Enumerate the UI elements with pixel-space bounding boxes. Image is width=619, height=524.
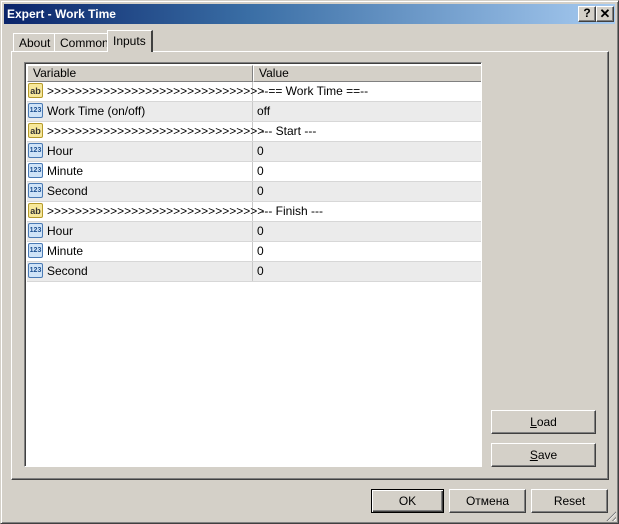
value-cell[interactable]: 0 [253, 182, 481, 201]
table-row[interactable]: 123 Second 0 [27, 182, 481, 202]
variable-name: >>>>>>>>>>>>>>>>>>>>>>>>>>>>>>> [47, 204, 265, 218]
variable-cell[interactable]: ab >>>>>>>>>>>>>>>>>>>>>>>>>>>>>>> [27, 122, 264, 141]
variable-cell[interactable]: 123 Hour [27, 222, 253, 241]
string-type-icon: ab [28, 123, 43, 138]
variable-cell[interactable]: 123 Second [27, 182, 253, 201]
variable-name: Hour [47, 144, 74, 158]
variable-cell[interactable]: ab >>>>>>>>>>>>>>>>>>>>>>>>>>>>>>> [27, 82, 264, 101]
variable-name: Work Time (on/off) [47, 104, 146, 118]
variable-cell[interactable]: 123 Second [27, 262, 253, 281]
column-header-value[interactable]: Value [253, 65, 481, 82]
table-row[interactable]: ab >>>>>>>>>>>>>>>>>>>>>>>>>>>>>>> --- Fi… [27, 202, 481, 222]
reset-button[interactable]: Reset [531, 489, 608, 513]
variable-name: Minute [47, 164, 84, 178]
inputs-list[interactable]: Variable Value ab >>>>>>>>>>>>>>>>>>>>>>>… [24, 62, 482, 467]
table-row[interactable]: 123 Minute 0 [27, 162, 481, 182]
tab-inputs[interactable]: Inputs [107, 30, 153, 52]
expert-dialog: Expert - Work Time ? ✕ About Common Inpu… [0, 0, 619, 524]
tab-about[interactable]: About [13, 33, 57, 52]
value-cell[interactable]: --- Finish --- [253, 202, 481, 221]
value-cell[interactable]: off [253, 102, 481, 121]
string-type-icon: ab [28, 83, 43, 98]
value-cell[interactable]: 0 [253, 222, 481, 241]
load-mnemonic: L [530, 415, 537, 429]
load-button[interactable]: Load [491, 410, 596, 434]
value-cell[interactable]: --== Work Time ==-- [253, 82, 481, 101]
close-button[interactable]: ✕ [596, 6, 614, 22]
save-mnemonic: S [529, 448, 538, 462]
number-type-icon: 123 [28, 263, 43, 278]
column-header-variable[interactable]: Variable [27, 65, 253, 82]
ok-button[interactable]: OK [371, 489, 444, 513]
help-button[interactable]: ? [578, 6, 596, 22]
number-type-icon: 123 [28, 163, 43, 178]
inputs-panel: Variable Value ab >>>>>>>>>>>>>>>>>>>>>>>… [11, 51, 609, 480]
variable-name: Hour [47, 224, 74, 238]
number-type-icon: 123 [28, 103, 43, 118]
variable-cell[interactable]: ab >>>>>>>>>>>>>>>>>>>>>>>>>>>>>>> [27, 202, 264, 221]
variable-name: Second [47, 184, 88, 198]
table-row[interactable]: 123 Work Time (on/off) off [27, 102, 481, 122]
table-row[interactable]: 123 Minute 0 [27, 242, 481, 262]
variable-cell[interactable]: 123 Work Time (on/off) [27, 102, 253, 121]
window-title: Expert - Work Time [7, 7, 116, 21]
variable-cell[interactable]: 123 Minute [27, 242, 253, 261]
number-type-icon: 123 [28, 143, 43, 158]
load-label: oad [536, 415, 557, 429]
list-rows: ab >>>>>>>>>>>>>>>>>>>>>>>>>>>>>>> --== W… [27, 82, 481, 282]
variable-name: Minute [47, 244, 84, 258]
value-cell[interactable]: 0 [253, 242, 481, 261]
table-row[interactable]: 123 Hour 0 [27, 142, 481, 162]
save-label: ave [537, 448, 558, 462]
table-row[interactable]: ab >>>>>>>>>>>>>>>>>>>>>>>>>>>>>>> --- St… [27, 122, 481, 142]
variable-name: Second [47, 264, 88, 278]
variable-cell[interactable]: 123 Minute [27, 162, 253, 181]
tab-common[interactable]: Common [54, 33, 115, 52]
save-button[interactable]: Save [491, 443, 596, 467]
variable-cell[interactable]: 123 Hour [27, 142, 253, 161]
variable-name: >>>>>>>>>>>>>>>>>>>>>>>>>>>>>>> [47, 84, 265, 98]
list-header: Variable Value [27, 65, 481, 82]
number-type-icon: 123 [28, 243, 43, 258]
number-type-icon: 123 [28, 223, 43, 238]
table-row[interactable]: 123 Hour 0 [27, 222, 481, 242]
number-type-icon: 123 [28, 183, 43, 198]
value-cell[interactable]: 0 [253, 162, 481, 181]
value-cell[interactable]: --- Start --- [253, 122, 481, 141]
table-row[interactable]: 123 Second 0 [27, 262, 481, 282]
table-row[interactable]: ab >>>>>>>>>>>>>>>>>>>>>>>>>>>>>>> --== W… [27, 82, 481, 102]
value-cell[interactable]: 0 [253, 142, 481, 161]
cancel-button[interactable]: Отмена [449, 489, 526, 513]
value-cell[interactable]: 0 [253, 262, 481, 281]
title-bar[interactable]: Expert - Work Time ? ✕ [4, 4, 615, 24]
string-type-icon: ab [28, 203, 43, 218]
variable-name: >>>>>>>>>>>>>>>>>>>>>>>>>>>>>>> [47, 124, 265, 138]
